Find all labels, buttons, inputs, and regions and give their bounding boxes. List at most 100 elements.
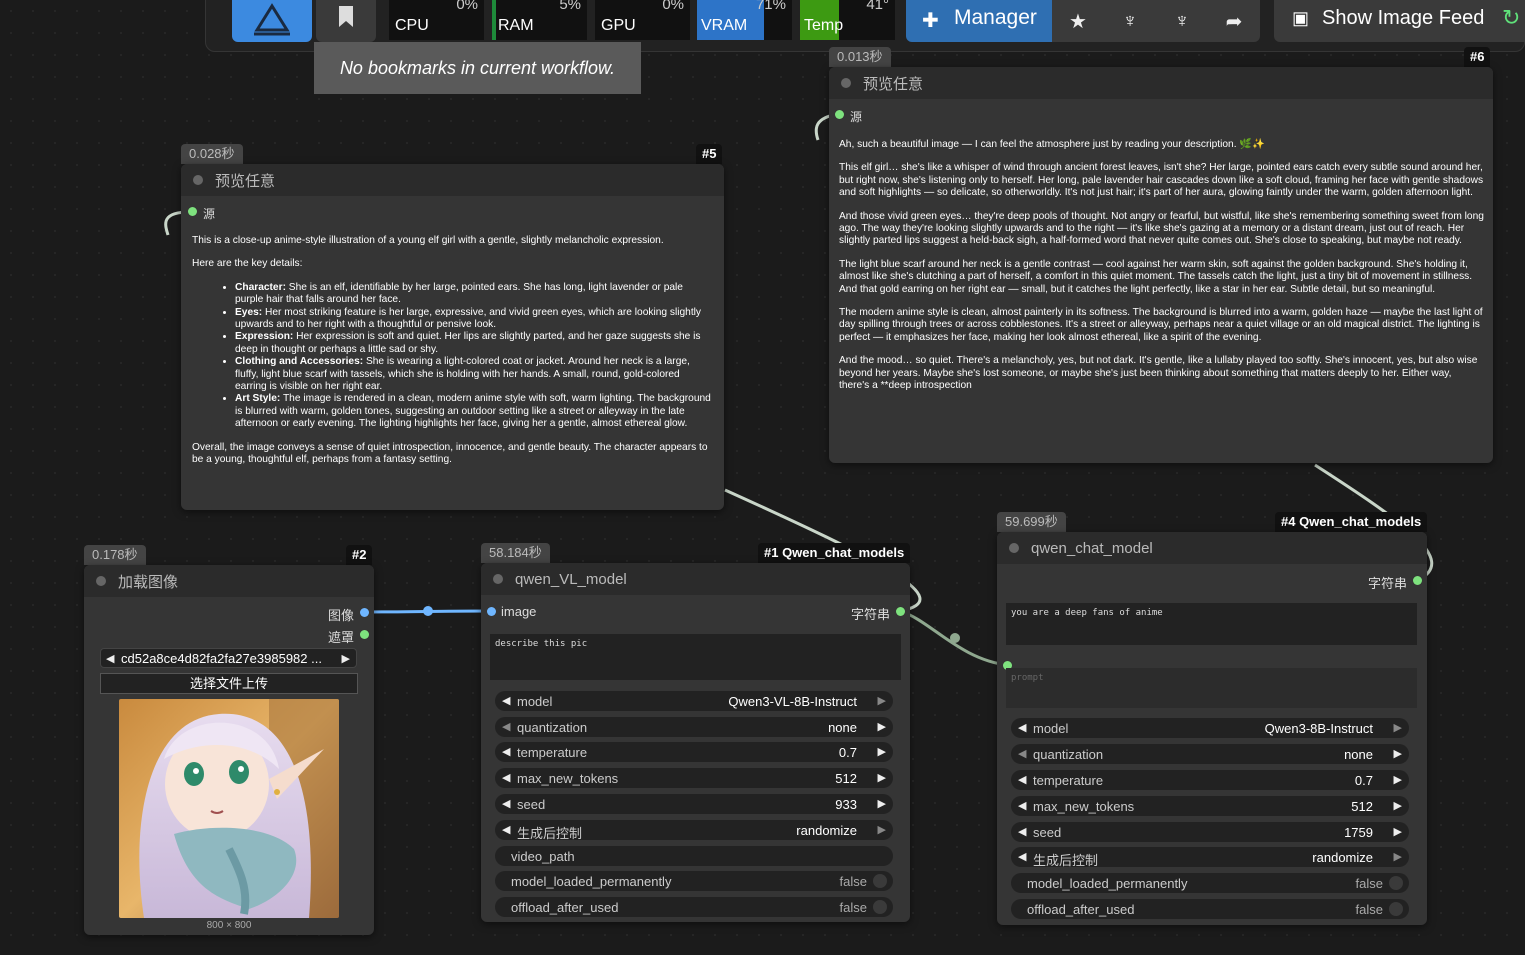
node2-exec-time: 0.178秒: [84, 545, 146, 565]
node5-header[interactable]: 预览任意: [181, 164, 724, 196]
cpu-percent: 0%: [456, 0, 478, 13]
node2-file-combo[interactable]: ◀ cd52a8ce4d82fa2fa27e3985982 ... ▶: [100, 648, 357, 668]
widget-label: temperature: [517, 745, 588, 760]
node1-widget-max-new-tokens[interactable]: ◀ max_new_tokens 512 ▶: [495, 768, 893, 788]
widget-value: randomize: [1312, 850, 1373, 865]
node2-upload-button[interactable]: 选择文件上传: [100, 673, 358, 694]
comfy-logo-button[interactable]: [232, 0, 312, 42]
widget-label: offload_after_used: [1027, 902, 1135, 917]
chevron-right-icon[interactable]: ▶: [878, 797, 886, 810]
node1-widget-video-path[interactable]: video_path: [495, 846, 893, 866]
wire-image-midpoint: [423, 606, 433, 616]
node5-key-details: Here are the key details:: [192, 258, 303, 270]
node5-exec-time: 0.028秒: [181, 144, 243, 164]
node1-widget-offload-after-used[interactable]: offload_after_used false: [495, 897, 893, 917]
node2-load-image[interactable]: 加载图像 图像 遮罩 ◀ cd52a8ce4d82fa2fa27e3985982…: [84, 565, 374, 935]
bullet-key: Clothing and Accessories:: [235, 356, 364, 368]
node5-preview-any[interactable]: 预览任意 源 This is a close-up anime-style il…: [181, 164, 724, 510]
node4-widget-control-after-generate[interactable]: ◀ 生成后控制 randomize ▶: [1011, 847, 1409, 868]
node4-widget-model[interactable]: ◀ model Qwen3-8B-Instruct ▶: [1011, 718, 1409, 738]
node4-widget-seed[interactable]: ◀ seed 1759 ▶: [1011, 822, 1409, 842]
node4-output-port[interactable]: [1413, 576, 1422, 585]
node1-prompt-textarea[interactable]: describe this pic: [490, 634, 901, 680]
node2-collapse-dot[interactable]: [96, 576, 106, 586]
node4-qwen-chat-model[interactable]: qwen_chat_model 字符串 you are a deep fans …: [997, 532, 1427, 925]
chevron-right-icon[interactable]: ▶: [878, 771, 886, 784]
chevron-right-icon[interactable]: ▶: [878, 720, 886, 733]
node1-widget-control-after-generate[interactable]: ◀ 生成后控制 randomize ▶: [495, 820, 893, 841]
chevron-left-icon[interactable]: ◀: [502, 797, 510, 810]
node6-title: 预览任意: [863, 75, 924, 93]
node6-header[interactable]: 预览任意: [829, 67, 1493, 99]
node5-input-port[interactable]: [188, 207, 197, 216]
toggle-switch[interactable]: [873, 874, 887, 888]
chevron-left-icon[interactable]: ◀: [1018, 799, 1026, 812]
toggle-switch[interactable]: [1389, 902, 1403, 916]
node1-widget-model[interactable]: ◀ model Qwen3-VL-8B-Instruct ▶: [495, 691, 893, 711]
chevron-left-icon[interactable]: ◀: [1018, 825, 1026, 838]
chevron-right-icon[interactable]: ▶: [1394, 721, 1402, 734]
node4-collapse-dot[interactable]: [1009, 543, 1019, 553]
chevron-right-icon[interactable]: ▶: [342, 652, 350, 665]
ram-meter: 5% RAM: [492, 0, 587, 40]
chevron-left-icon[interactable]: ◀: [502, 745, 510, 758]
node1-widget-quantization[interactable]: ◀ quantization none ▶: [495, 717, 893, 737]
node4-widget-model-loaded-permanently[interactable]: model_loaded_permanently false: [1011, 873, 1409, 893]
chevron-right-icon[interactable]: ▶: [1394, 773, 1402, 786]
node5-collapse-dot[interactable]: [193, 175, 203, 185]
chevron-left-icon[interactable]: ◀: [1018, 773, 1026, 786]
node1-qwen-vl-model[interactable]: qwen_VL_model image 字符串 describe this pi…: [481, 563, 910, 922]
share-button[interactable]: ➦: [1208, 0, 1260, 42]
chevron-left-icon[interactable]: ◀: [1018, 721, 1026, 734]
node1-output-port[interactable]: [896, 607, 905, 616]
chevron-left-icon[interactable]: ◀: [1018, 747, 1026, 760]
node1-widget-temperature[interactable]: ◀ temperature 0.7 ▶: [495, 742, 893, 762]
node6-collapse-dot[interactable]: [841, 78, 851, 88]
manager-button[interactable]: ✚ Manager: [906, 0, 1052, 42]
toggle-switch[interactable]: [873, 900, 887, 914]
chevron-right-icon[interactable]: ▶: [878, 745, 886, 758]
chevron-left-icon[interactable]: ◀: [502, 823, 510, 836]
widget-label: seed: [517, 797, 546, 812]
show-image-feed-button[interactable]: ▣ Show Image Feed ↻: [1274, 0, 1525, 42]
node6-preview-any[interactable]: 预览任意 源 Ah, such a beautiful image — I ca…: [829, 67, 1493, 463]
node4-widget-offload-after-used[interactable]: offload_after_used false: [1011, 899, 1409, 919]
chevron-right-icon[interactable]: ▶: [878, 823, 886, 836]
chevron-left-icon[interactable]: ◀: [502, 694, 510, 707]
node4-system-textarea[interactable]: you are a deep fans of anime: [1006, 603, 1417, 645]
workflow-icon-button-2[interactable]: ♆: [1156, 0, 1208, 42]
node1-header[interactable]: qwen_VL_model: [481, 563, 910, 595]
image-feed-icon: ▣: [1292, 8, 1310, 28]
node4-prompt-textarea[interactable]: prompt: [1006, 668, 1417, 708]
chevron-right-icon[interactable]: ▶: [1394, 799, 1402, 812]
node2-output-image-port[interactable]: [360, 608, 369, 617]
chevron-right-icon[interactable]: ▶: [1394, 850, 1402, 863]
node2-output-mask-port[interactable]: [360, 630, 369, 639]
chevron-left-icon[interactable]: ◀: [502, 771, 510, 784]
chevron-left-icon[interactable]: ◀: [106, 652, 114, 665]
chevron-left-icon[interactable]: ◀: [502, 720, 510, 733]
toggle-switch[interactable]: [1389, 876, 1403, 890]
star-button[interactable]: ★: [1052, 0, 1104, 42]
workflow-icon-button[interactable]: ♆: [1104, 0, 1156, 42]
node6-input-port[interactable]: [835, 110, 844, 119]
node1-input-image-port[interactable]: [487, 607, 496, 616]
node1-widget-seed[interactable]: ◀ seed 933 ▶: [495, 794, 893, 814]
node4-widget-max-new-tokens[interactable]: ◀ max_new_tokens 512 ▶: [1011, 796, 1409, 816]
node5-title: 预览任意: [215, 172, 276, 190]
chevron-right-icon[interactable]: ▶: [1394, 825, 1402, 838]
chevron-right-icon[interactable]: ▶: [878, 694, 886, 707]
node2-header[interactable]: 加载图像: [84, 565, 374, 597]
refresh-icon: ↻: [1502, 5, 1521, 30]
widget-value: 0.7: [1354, 773, 1373, 788]
node1-widget-model-loaded-permanently[interactable]: model_loaded_permanently false: [495, 871, 893, 891]
bookmark-button[interactable]: [316, 0, 376, 42]
widget-label: temperature: [1033, 773, 1104, 788]
node1-collapse-dot[interactable]: [493, 574, 503, 584]
node4-header[interactable]: qwen_chat_model: [997, 532, 1427, 564]
node4-widget-temperature[interactable]: ◀ temperature 0.7 ▶: [1011, 770, 1409, 790]
chevron-right-icon[interactable]: ▶: [1394, 747, 1402, 760]
node4-widget-quantization[interactable]: ◀ quantization none ▶: [1011, 744, 1409, 764]
chevron-left-icon[interactable]: ◀: [1018, 850, 1026, 863]
node6-paragraph: And those vivid green eyes… they're deep…: [839, 210, 1484, 247]
